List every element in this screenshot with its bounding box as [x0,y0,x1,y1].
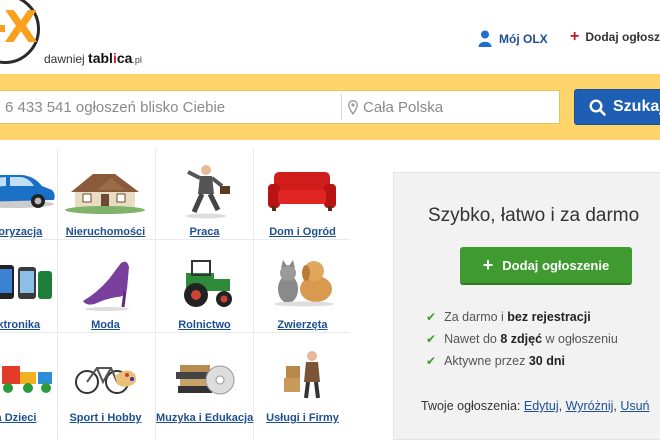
category-motoryzacja[interactable]: Motoryzacja [0,156,59,249]
category-nieruchomosci[interactable]: Nieruchomości [57,156,154,249]
map-pin-icon [348,99,358,115]
search-box: Cała Polska [0,90,560,124]
category-label: Motoryzacja [0,226,43,238]
category-dom-i-ogrod[interactable]: Dom i Ogród [254,156,351,249]
category-label: Rolnictwo [178,319,231,331]
tagline-prefix: dawniej [44,52,85,66]
category-label: Sport i Hobby [69,412,142,424]
my-account-link[interactable]: Mój OLX [478,30,548,47]
category-elektronika[interactable]: Elektronika [0,249,59,342]
category-label: Zwierzęta [277,319,328,331]
category-grid: Motoryzacja Nieruchomości [0,140,350,440]
category-muzyka-i-edukacja[interactable]: Muzyka i Edukacja [156,342,253,435]
promote-ads-link[interactable]: Wyróżnij [566,399,614,413]
tractor-icon [184,260,232,307]
search-band: Cała Polska Szukaj [0,74,660,140]
brand-suffix: .pl [132,55,142,65]
edit-ads-link[interactable]: Edytuj [524,399,559,413]
cat-dog-icon [274,260,334,307]
location-field[interactable]: Cała Polska [342,99,443,116]
check-icon: ✔ [426,354,437,368]
delivery-man-icon [284,351,320,399]
search-button-label: Szukaj [613,98,660,115]
category-zwierzeta[interactable]: Zwierzęta [254,249,351,342]
phones-icon [0,265,52,299]
bicycle-icon [75,367,137,394]
category-label: Elektronika [0,319,41,331]
post-ad-button[interactable]: + Dodaj ogłoszenie [460,247,632,285]
category-rolnictwo[interactable]: Rolnictwo [156,249,253,342]
category-label: Muzyka i Edukacja [156,412,254,424]
category-moda[interactable]: Moda [57,249,154,342]
category-label: Praca [189,226,220,238]
house-icon [65,174,145,214]
category-dla-dzieci[interactable]: Dla Dzieci [0,342,59,435]
delete-ads-link[interactable]: Usuń [620,399,649,413]
post-ad-link[interactable]: + Dodaj ogłoszenie [570,28,660,45]
user-icon [478,30,492,47]
category-label: Dla Dzieci [0,412,37,424]
feature-text: Nawet do 8 zdjęć w ogłoszeniu [444,332,618,346]
olx-logo[interactable]: X [0,0,40,64]
promo-title: Szybko, łatwo i za darmo [428,205,640,226]
category-uslugi-i-firmy[interactable]: Usługi i Firmy [254,342,351,435]
olx-homepage: X dawniej tablica.pl Mój OLX + Dodaj ogł… [0,0,660,440]
feature-item: ✔ Za darmo i bez rejestracji [426,310,591,324]
category-label: Nieruchomości [65,226,146,238]
search-button[interactable]: Szukaj [574,89,660,125]
search-input[interactable] [0,91,341,123]
logo-x-glyph: X [4,2,38,53]
former-brand-name: tablica [88,50,133,66]
category-praca[interactable]: Praca [156,156,253,249]
sofa-icon [268,172,336,211]
your-ads-links: Twoje ogłoszenia: Edytuj, Wyróżnij, Usuń [421,399,650,413]
toy-train-icon [2,366,52,393]
post-ad-label: Dodaj ogłoszenie [585,30,660,44]
businessman-icon [186,165,230,219]
books-icon [176,365,235,395]
category-label: Dom i Ogród [269,226,336,238]
check-icon: ✔ [426,332,437,346]
feature-item: ✔ Nawet do 8 zdjęć w ogłoszeniu [426,332,618,346]
location-value: Cała Polska [363,98,444,116]
feature-item: ✔ Aktywne przez 30 dni [426,354,565,368]
category-sport-i-hobby[interactable]: Sport i Hobby [57,342,154,435]
category-label: Usługi i Firmy [266,412,339,424]
former-brand-tagline: dawniej tablica.pl [44,50,142,66]
search-icon [589,98,606,116]
your-ads-label: Twoje ogłoszenia: [421,399,521,413]
category-label: Moda [91,319,120,331]
header: X dawniej tablica.pl Mój OLX + Dodaj ogł… [0,0,660,74]
plus-icon: + [570,28,580,45]
check-icon: ✔ [426,310,437,324]
plus-icon: + [482,255,494,275]
post-ad-button-label: Dodaj ogłoszenie [502,257,610,273]
my-account-label: Mój OLX [499,31,548,46]
car-icon [0,175,55,208]
post-ad-promo-panel: Szybko, łatwo i za darmo + Dodaj ogłosze… [393,172,660,440]
feature-text: Aktywne przez 30 dni [444,354,565,368]
feature-text: Za darmo i bez rejestracji [444,310,591,324]
high-heel-icon [83,261,129,311]
